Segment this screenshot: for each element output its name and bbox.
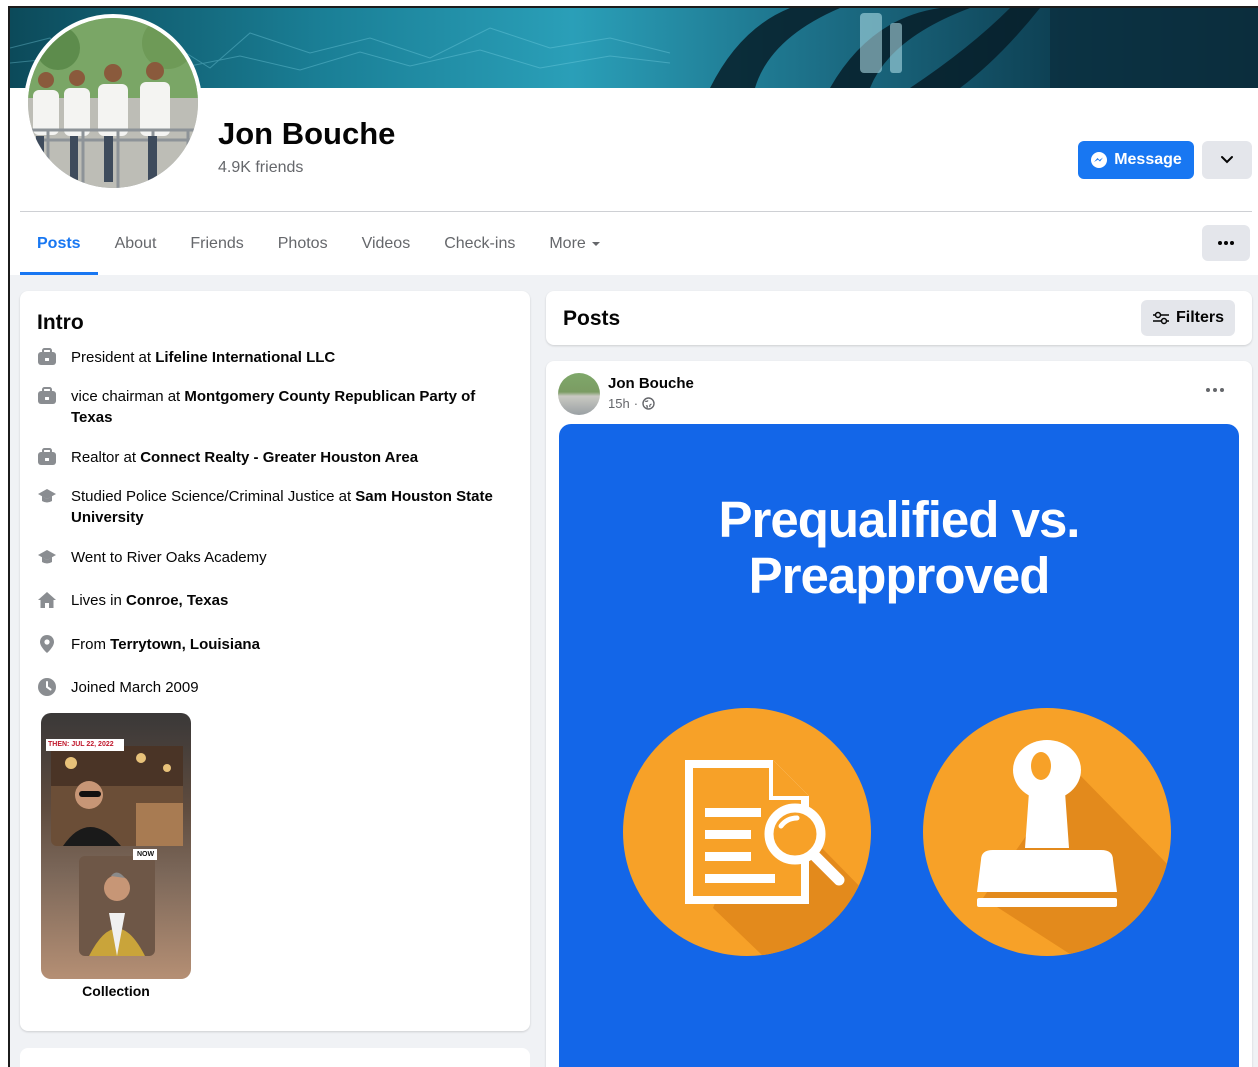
messenger-icon [1091,152,1108,168]
document-search-icon [685,760,871,956]
intro-item-work: Realtor at Connect Realty - Greater Hous… [37,447,507,468]
profile-photo-image [28,18,198,188]
friends-count[interactable]: 4.9K friends [218,159,303,177]
intro-item-hometown: From Terrytown, Louisiana [37,634,507,655]
intro-item-joined: Joined March 2009 [37,677,507,698]
headline-line-2: Preapproved [748,547,1051,604]
post-meta: 15h · [608,396,655,411]
tab-about[interactable]: About [98,213,174,275]
intro-item-education: Went to River Oaks Academy [37,547,507,568]
intro-item-work: vice chairman at Montgomery County Repub… [37,386,507,428]
tab-friends[interactable]: Friends [173,213,260,275]
tab-videos[interactable]: Videos [345,213,428,275]
intro-item-education: Studied Police Science/Criminal Justice … [37,486,507,528]
more-options-button[interactable] [1202,225,1250,261]
collection-now-tag: NOW [137,851,155,858]
tab-check-ins[interactable]: Check-ins [427,213,532,275]
collection-then-tag: THEN: JUL 22, 2022 [48,741,114,748]
post-meta-separator: · [633,396,639,411]
post-card: Jon Bouche 15h · Prequalified vs. Preapp… [546,361,1252,1067]
tab-more-label: More [549,235,586,252]
tab-more[interactable]: More [532,213,617,275]
intro-card: Intro President at Lifeline Internationa… [20,291,530,1031]
headline-line-1: Prequalified vs. [718,491,1081,548]
ellipsis-icon [1218,241,1234,245]
profile-actions-dropdown[interactable] [1202,141,1252,179]
intro-item-work: President at Lifeline International LLC [37,347,507,368]
location-pin-icon [40,635,54,653]
intro-item-text: Joined March 2009 [71,679,199,696]
approval-stamp-icon [977,740,1171,956]
filters-button[interactable]: Filters [1141,300,1235,336]
profile-page: Jon Bouche 4.9K friends Message Posts Ab… [8,6,1258,1067]
profile-picture[interactable] [24,14,202,192]
intro-item-text: vice chairman at Montgomery County Repub… [71,388,476,426]
filters-label: Filters [1175,309,1224,326]
featured-collection-thumbnail[interactable]: THEN: JUL 22, 2022 NOW [41,713,191,979]
prequalified-circle [623,708,871,956]
profile-tabs: Posts About Friends Photos Videos Check-… [20,213,618,275]
preapproved-circle [923,708,1171,956]
briefcase-icon [38,448,56,465]
intro-item-text: From Terrytown, Louisiana [71,636,260,653]
collection-label: Collection [82,983,150,999]
home-icon [38,592,56,608]
profile-name: Jon Bouche [218,116,396,151]
clock-icon [38,678,56,696]
graduation-cap-icon [38,550,56,564]
tab-posts[interactable]: Posts [20,213,98,275]
graduation-cap-icon [38,489,56,503]
intro-item-text: President at Lifeline International LLC [71,349,336,366]
caret-down-icon [591,242,600,246]
filter-sliders-icon [1152,311,1169,325]
intro-item-text: Realtor at Connect Realty - Greater Hous… [71,449,419,466]
post-options-button[interactable] [1206,379,1224,397]
intro-title: Intro [37,311,84,334]
ellipsis-icon [1206,388,1224,392]
intro-item-text: Went to River Oaks Academy [71,549,267,566]
tab-photos[interactable]: Photos [261,213,345,275]
next-sidebar-card [20,1048,530,1067]
briefcase-icon [38,348,56,365]
collection-cover-image [46,739,183,956]
post-image-headline: Prequalified vs. Preapproved [559,492,1239,604]
post-author-name[interactable]: Jon Bouche [608,375,694,392]
chevron-down-icon [1221,156,1233,164]
intro-item-text: Studied Police Science/Criminal Justice … [71,488,493,526]
posts-title: Posts [563,307,621,330]
message-button[interactable]: Message [1078,141,1194,179]
briefcase-icon [38,387,56,404]
post-timestamp[interactable]: 15h [608,396,630,411]
intro-item-residence: Lives in Conroe, Texas [37,590,507,611]
posts-header-card: Posts Filters [546,291,1252,345]
message-button-label: Message [1114,151,1182,168]
header-divider [20,211,1252,212]
post-author-avatar[interactable] [558,373,600,415]
intro-item-text: Lives in Conroe, Texas [71,592,229,609]
globe-icon [642,397,655,410]
post-image[interactable]: Prequalified vs. Preapproved [559,424,1239,1067]
